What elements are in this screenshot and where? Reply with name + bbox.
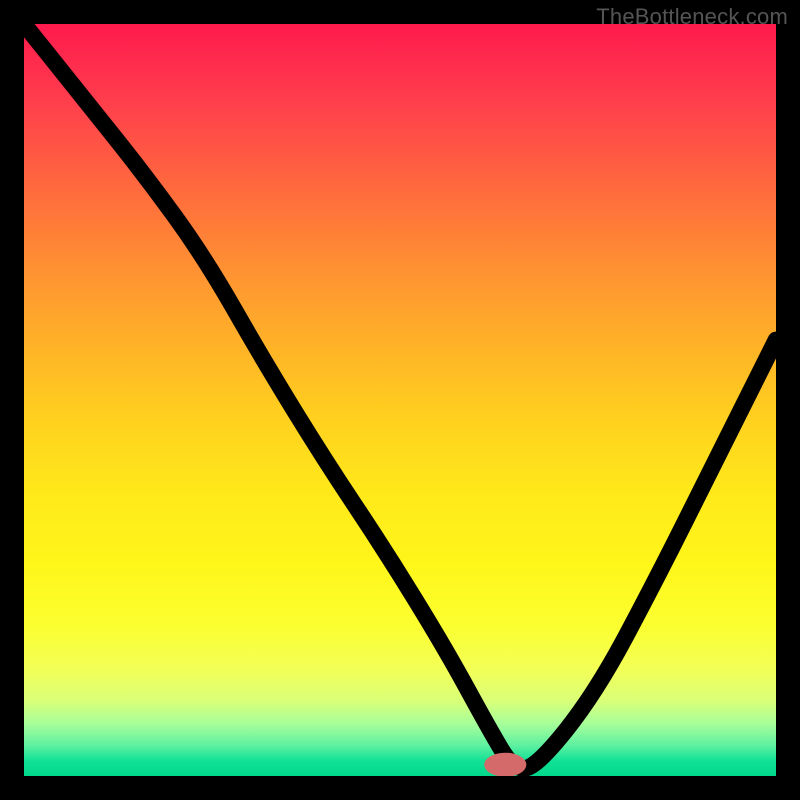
plot-area: [24, 24, 776, 776]
chart-svg: [24, 24, 776, 776]
chart-frame: TheBottleneck.com: [0, 0, 800, 800]
optimal-point-marker: [484, 753, 526, 776]
bottleneck-curve: [24, 24, 776, 768]
